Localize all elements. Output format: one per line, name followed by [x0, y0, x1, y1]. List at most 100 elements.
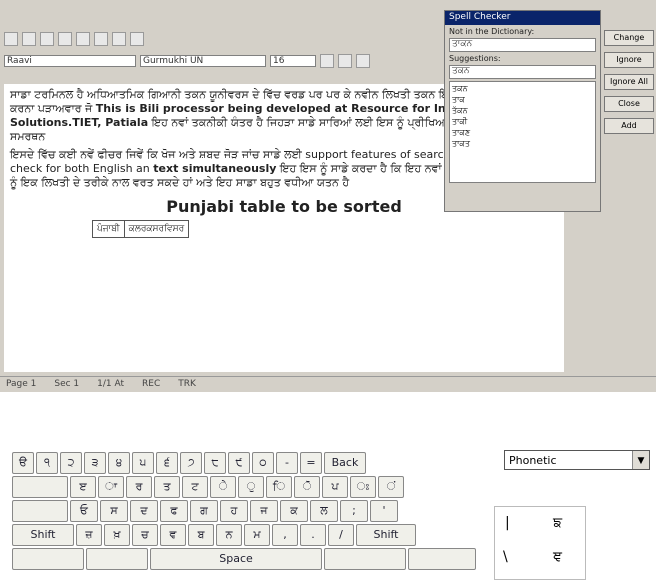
- caps-key[interactable]: [12, 500, 68, 522]
- italic-icon[interactable]: [338, 54, 352, 68]
- key[interactable]: ਰ: [126, 476, 152, 498]
- key[interactable]: ;: [340, 500, 368, 522]
- shift-left-key[interactable]: Shift: [12, 524, 74, 546]
- chevron-down-icon[interactable]: ▼: [632, 451, 649, 469]
- layout-select[interactable]: Phonetic ▼: [504, 450, 650, 470]
- punjabi-table[interactable]: ਪੰਜਾਬੀ ਕਲਰਕਸਰਵਿਸਰ: [92, 220, 190, 238]
- key[interactable]: ਾ: [98, 476, 124, 498]
- key[interactable]: ੨: [60, 452, 82, 474]
- not-in-dictionary-label: Not in the Dictionary:: [449, 27, 535, 36]
- backspace-key[interactable]: Back: [324, 452, 366, 474]
- status-rec: REC: [142, 379, 161, 389]
- suggestions-list[interactable]: ਤਕਨ ਤਾਕ ਤੱਕਨ ਤਾਕੀ ਤਾਕਣ ਤਾਕਤ: [449, 81, 596, 183]
- key[interactable]: -: [276, 452, 298, 474]
- key[interactable]: ,: [272, 524, 298, 546]
- save-icon[interactable]: [40, 32, 54, 46]
- alt-key[interactable]: [86, 548, 148, 570]
- list-item[interactable]: ਤਾਕਣ: [452, 128, 593, 139]
- key[interactable]: ਂ: [378, 476, 404, 498]
- key[interactable]: ੬: [156, 452, 178, 474]
- list-item[interactable]: ਤੱਕਨ: [452, 106, 593, 117]
- new-icon[interactable]: [4, 32, 18, 46]
- key[interactable]: ਦ: [130, 500, 158, 522]
- shift-right-key[interactable]: Shift: [356, 524, 416, 546]
- list-item[interactable]: ਤਾਕੀ: [452, 117, 593, 128]
- popup-char[interactable]: ਞ: [553, 549, 562, 565]
- key[interactable]: ੇ: [210, 476, 236, 498]
- table-cell[interactable]: ਪੰਜਾਬੀ: [92, 220, 125, 238]
- popup-char[interactable]: \: [503, 549, 508, 565]
- key[interactable]: ਕ: [280, 500, 308, 522]
- close-button[interactable]: Close: [604, 96, 654, 112]
- key[interactable]: ਫ: [160, 500, 188, 522]
- key[interactable]: ਲ: [310, 500, 338, 522]
- key[interactable]: ਹ: [220, 500, 248, 522]
- key[interactable]: =: [300, 452, 322, 474]
- key[interactable]: /: [328, 524, 354, 546]
- ignore-all-button[interactable]: Ignore All: [604, 74, 654, 90]
- add-button[interactable]: Add: [604, 118, 654, 134]
- font-size-select[interactable]: 16: [270, 55, 316, 67]
- ctrl-key[interactable]: [12, 548, 84, 570]
- key[interactable]: ਗ: [190, 500, 218, 522]
- key[interactable]: .: [300, 524, 326, 546]
- key[interactable]: ਿ: [266, 476, 292, 498]
- list-item[interactable]: ਤਾਕ: [452, 95, 593, 106]
- key[interactable]: ੳ: [12, 452, 34, 474]
- ignore-button[interactable]: Ignore: [604, 52, 654, 68]
- key[interactable]: ੩: [84, 452, 106, 474]
- suggestion-field[interactable]: ਤਕਨ: [449, 65, 596, 79]
- key[interactable]: ਃ: [350, 476, 376, 498]
- ctrl-right-key[interactable]: [408, 548, 476, 570]
- key[interactable]: ': [370, 500, 398, 522]
- font-select-2[interactable]: Gurmukhi UN: [140, 55, 266, 67]
- alt-right-key[interactable]: [324, 548, 406, 570]
- key[interactable]: ਵ: [160, 524, 186, 546]
- list-item[interactable]: ਤਕਨ: [452, 84, 593, 95]
- layout-select-value: Phonetic: [509, 454, 557, 467]
- cut-icon[interactable]: [76, 32, 90, 46]
- list-item[interactable]: ਤਾਕਤ: [452, 139, 593, 150]
- key[interactable]: ੭: [180, 452, 202, 474]
- key[interactable]: ੮: [204, 452, 226, 474]
- paste-icon[interactable]: [112, 32, 126, 46]
- key[interactable]: ਟ: [182, 476, 208, 498]
- key[interactable]: ੁ: [238, 476, 264, 498]
- key[interactable]: ੯: [228, 452, 250, 474]
- status-bar: Page 1 Sec 1 1/1 At REC TRK: [0, 376, 656, 391]
- key[interactable]: ਮ: [244, 524, 270, 546]
- key[interactable]: ਬ: [188, 524, 214, 546]
- key[interactable]: ਖ਼: [104, 524, 130, 546]
- key[interactable]: ਚ: [132, 524, 158, 546]
- key[interactable]: ਪ: [322, 476, 348, 498]
- key[interactable]: ਨ: [216, 524, 242, 546]
- underline-icon[interactable]: [356, 54, 370, 68]
- change-button[interactable]: Change: [604, 30, 654, 46]
- paragraph-2-bold: text simultaneously: [153, 162, 277, 175]
- key[interactable]: ੫: [132, 452, 154, 474]
- key[interactable]: ੲ: [70, 476, 96, 498]
- key[interactable]: ਜ਼: [76, 524, 102, 546]
- font-select[interactable]: Raavi: [4, 55, 136, 67]
- key[interactable]: ੦: [252, 452, 274, 474]
- key[interactable]: ਜ: [250, 500, 278, 522]
- key[interactable]: ਤ: [154, 476, 180, 498]
- space-key[interactable]: Space: [150, 548, 322, 570]
- open-icon[interactable]: [22, 32, 36, 46]
- key[interactable]: ਓ: [70, 500, 98, 522]
- key[interactable]: ੪: [108, 452, 130, 474]
- bold-icon[interactable]: [320, 54, 334, 68]
- key[interactable]: ਸ: [100, 500, 128, 522]
- status-page: Page 1: [6, 379, 37, 389]
- popup-char[interactable]: ਙ: [553, 515, 562, 531]
- key[interactable]: ੋ: [294, 476, 320, 498]
- table-cell[interactable]: ਕਲਰਕਸਰਵਿਸਰ: [123, 220, 190, 238]
- copy-icon[interactable]: [94, 32, 108, 46]
- tab-key[interactable]: [12, 476, 68, 498]
- undo-icon[interactable]: [130, 32, 144, 46]
- key[interactable]: ੧: [36, 452, 58, 474]
- popup-char[interactable]: |: [505, 515, 510, 531]
- print-icon[interactable]: [58, 32, 72, 46]
- not-in-dictionary-field[interactable]: ਤਾਕਨ: [449, 38, 596, 52]
- suggestions-label: Suggestions:: [449, 54, 501, 63]
